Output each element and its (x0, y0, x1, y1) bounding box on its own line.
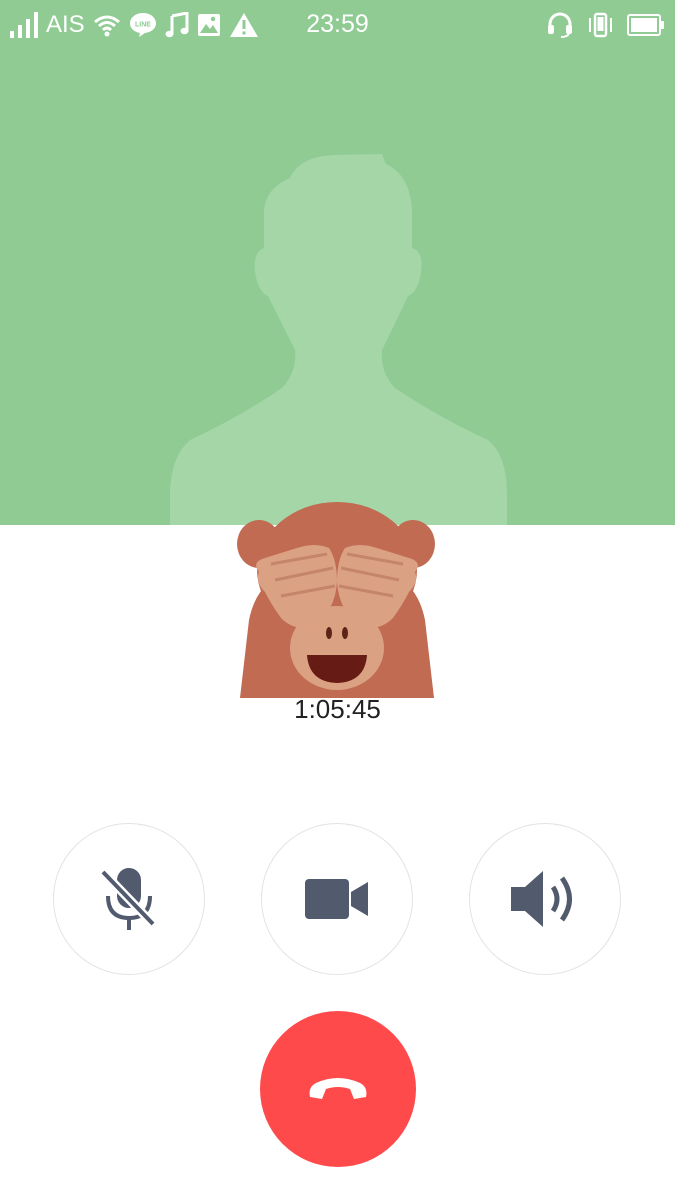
call-duration: 1:05:45 (294, 694, 381, 724)
hang-up-icon (309, 1078, 367, 1099)
call-screen: AIS LINE 23:59 1:05:45 (0, 0, 675, 1200)
mic-off-icon (99, 868, 157, 930)
video-camera-icon (305, 879, 368, 919)
vibrate-icon (589, 12, 612, 38)
profile-background (0, 0, 675, 525)
end-call-button[interactable] (260, 1011, 416, 1167)
mute-button[interactable] (53, 823, 205, 975)
video-button[interactable] (261, 823, 413, 975)
headset-icon (548, 12, 572, 38)
battery-icon (627, 14, 664, 36)
speaker-icon (511, 871, 572, 927)
caller-avatar (237, 502, 435, 698)
profile-silhouette (170, 154, 507, 525)
status-right (547, 8, 665, 42)
status-bar: AIS LINE 23:59 (0, 0, 675, 50)
speaker-button[interactable] (469, 823, 621, 975)
